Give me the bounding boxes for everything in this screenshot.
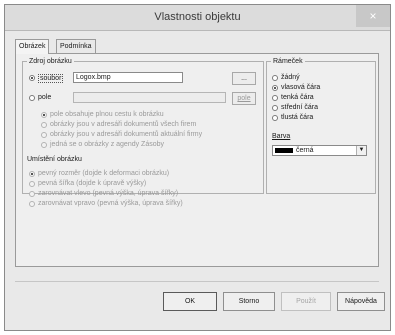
ok-button[interactable]: OK: [163, 292, 217, 311]
placement-label-1: pevný rozměr (dojde k deformaci obrázku): [38, 170, 170, 177]
path-option-label-1: pole obsahuje plnou cestu k obrázku: [50, 111, 164, 118]
color-label-text: Barva: [272, 133, 291, 140]
color-select[interactable]: černá ▼: [272, 145, 367, 156]
path-option-radio-2: [41, 122, 47, 128]
title-bar: Vlastnosti objektu ×: [5, 5, 390, 31]
source-field-label: pole: [38, 94, 52, 101]
placement-radio-1: [29, 171, 35, 177]
apply-button: Použít: [281, 292, 331, 311]
cancel-button[interactable]: Storno: [223, 292, 275, 311]
frame-radio-thick[interactable]: [272, 115, 278, 121]
tab-panel: Zdroj obrázku soubor Logox.bmp ... pole …: [15, 53, 379, 267]
path-option-label-3: obrázky jsou v adresáři dokumentů aktuál…: [50, 131, 203, 138]
color-select-value: černá: [296, 147, 314, 154]
source-file-label[interactable]: soubor: [38, 74, 64, 83]
field-button-label: pole: [237, 95, 251, 102]
frame-title: Rámeček: [273, 58, 303, 65]
placement-label-3: zarovnávat vlevo (pevná výška, úprava ší…: [38, 190, 179, 197]
color-label: Barva: [272, 133, 290, 140]
frame-label-medium: střední čára: [281, 104, 318, 111]
placement-label-2: pevná šířka (dojde k úpravě výšky): [38, 180, 147, 187]
chevron-down-icon[interactable]: ▼: [356, 146, 366, 155]
frame-radio-none[interactable]: [272, 75, 278, 81]
placement-label-4: zarovnávat vpravo (pevná výška, úprava š…: [38, 200, 183, 207]
tab-image[interactable]: Obrázek: [15, 39, 50, 54]
placement-radio-3: [29, 191, 35, 197]
frame-label-hairline: vlasová čára: [281, 84, 321, 91]
placement-radio-2: [29, 181, 35, 187]
path-option-radio-3: [41, 132, 47, 138]
placement-radio-4: [29, 201, 35, 207]
placement-title: Umístění obrázku: [27, 156, 82, 163]
help-button[interactable]: Nápověda: [337, 292, 385, 311]
frame-label-thin: tenká čára: [281, 94, 314, 101]
window-title: Vlastnosti objektu: [154, 11, 241, 23]
frame-radio-thin[interactable]: [272, 95, 278, 101]
frame-radio-medium[interactable]: [272, 105, 278, 111]
path-option-radio-4: [41, 142, 47, 148]
frame-radio-hairline[interactable]: [272, 85, 278, 91]
path-option-label-4: jedná se o obrázky z agendy Zásoby: [50, 141, 165, 148]
frame-label-none: žádný: [281, 74, 300, 81]
path-option-label-2: obrázky jsou v adresáři dokumentů všech …: [50, 121, 197, 128]
field-input: [73, 92, 226, 103]
path-option-radio-1: [41, 112, 47, 118]
field-select-button: pole: [232, 92, 256, 105]
browse-button[interactable]: ...: [232, 72, 256, 85]
tab-condition[interactable]: Podmínka: [56, 39, 96, 53]
close-button[interactable]: ×: [356, 5, 390, 27]
button-separator: [15, 281, 379, 282]
file-name-input[interactable]: Logox.bmp: [73, 72, 183, 83]
color-swatch: [275, 148, 293, 153]
source-field-radio[interactable]: [29, 95, 35, 101]
source-file-radio[interactable]: [29, 75, 35, 81]
image-source-title: Zdroj obrázku: [29, 58, 72, 65]
frame-label-thick: tlustá čára: [281, 114, 314, 121]
properties-dialog: Vlastnosti objektu × Obrázek Podmínka Zd…: [4, 4, 391, 331]
